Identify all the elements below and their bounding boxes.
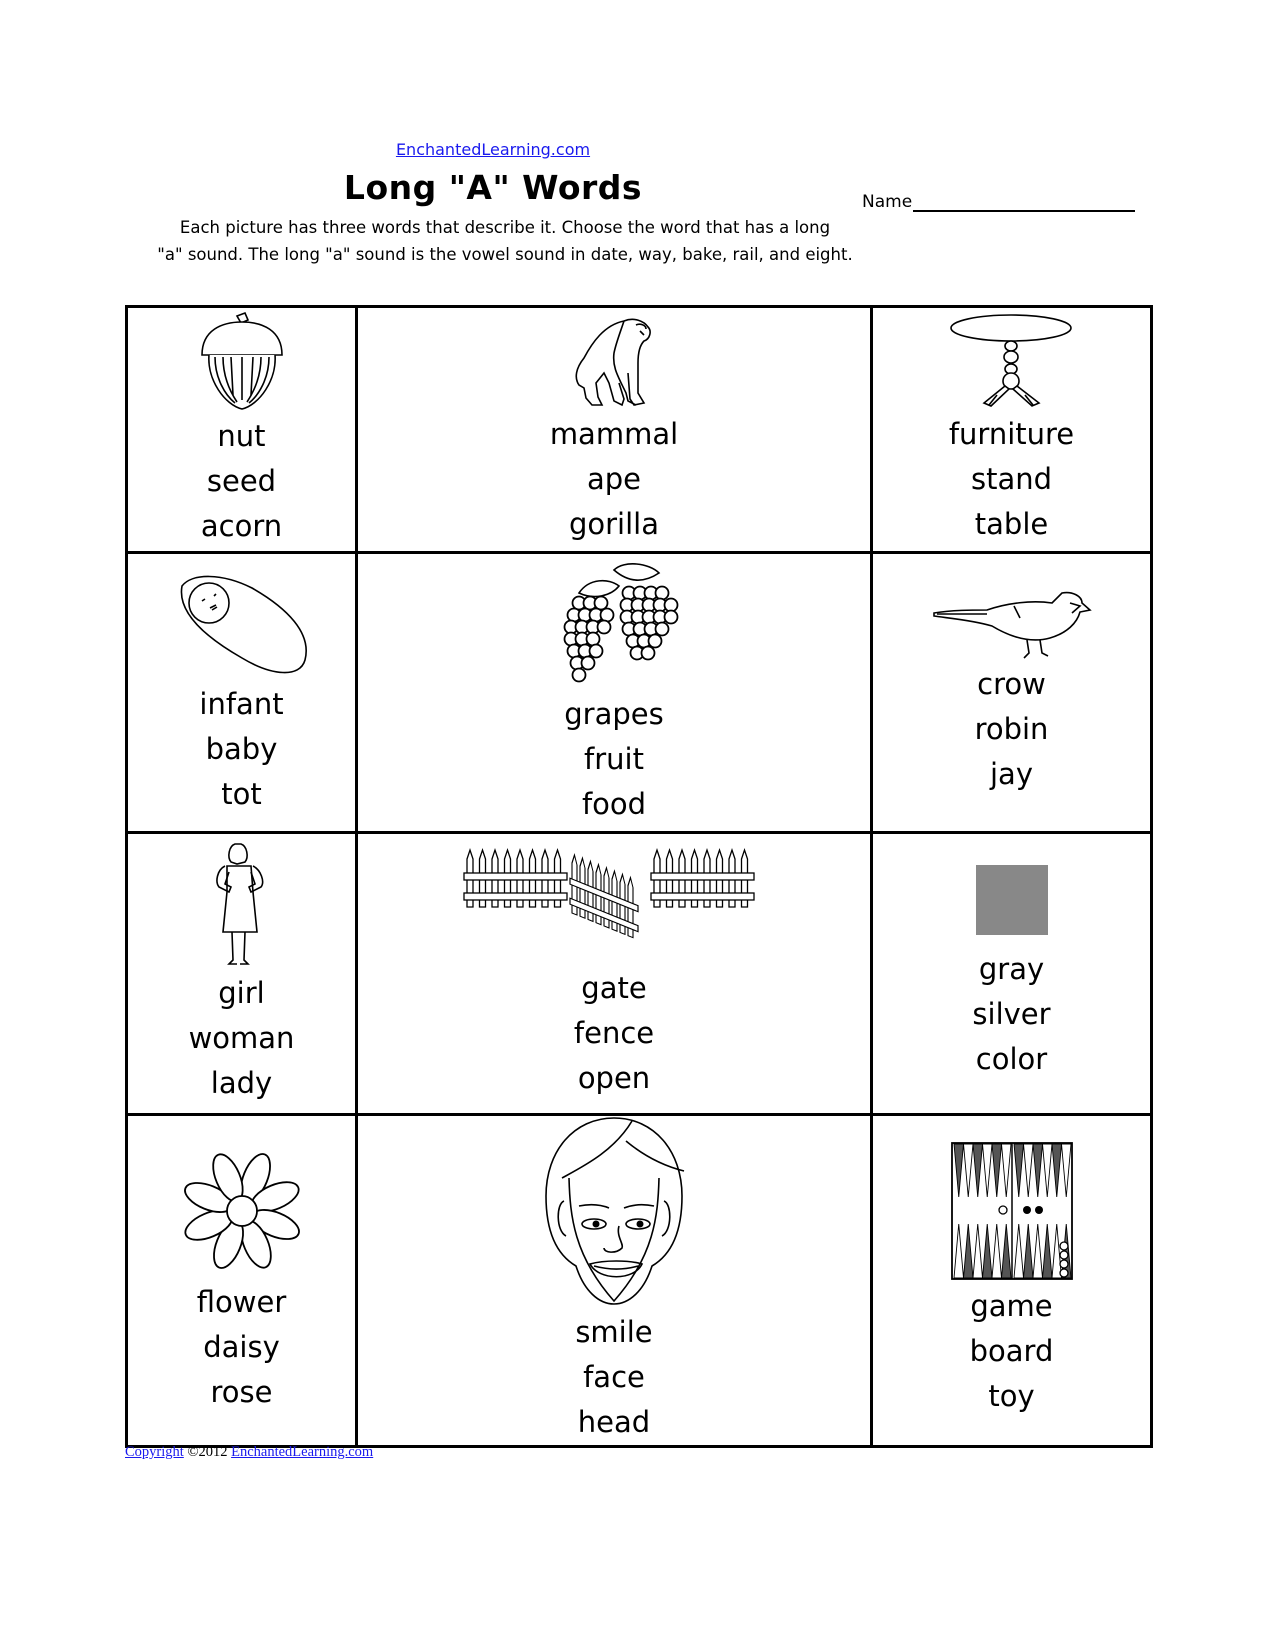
word-option[interactable]: gate	[574, 966, 654, 1011]
grid-cell: nut seed acorn	[125, 305, 358, 554]
word-option[interactable]: gray	[972, 947, 1050, 992]
backgammon-icon	[950, 1142, 1073, 1280]
page-title: Long "A" Words	[343, 168, 643, 207]
grid-cell: furniture stand table	[870, 305, 1153, 554]
word-option[interactable]: rose	[197, 1370, 287, 1415]
copyright-year: ©2012	[187, 1444, 228, 1460]
word-option[interactable]: mammal	[550, 412, 678, 457]
instructions-line-2: "a" sound. The long "a" sound is the vow…	[157, 245, 853, 264]
word-option[interactable]: silver	[972, 992, 1050, 1037]
word-option[interactable]: crow	[975, 662, 1049, 707]
grid-cell: infant baby tot	[125, 551, 358, 834]
word-option[interactable]: robin	[975, 707, 1049, 752]
acorn-icon	[200, 311, 283, 410]
grid-cell: smile face head	[355, 1113, 873, 1448]
grid-cell: grapes fruit food	[355, 551, 873, 834]
name-blank-line[interactable]	[913, 192, 1136, 212]
word-option[interactable]: head	[575, 1400, 652, 1445]
word-option[interactable]: food	[564, 782, 663, 827]
grid-cell: gray silver color	[870, 831, 1153, 1116]
name-field[interactable]: Name	[862, 192, 1136, 212]
word-option[interactable]: daisy	[197, 1325, 287, 1370]
grid-cell: flower daisy rose	[125, 1113, 358, 1448]
footer-site-link[interactable]: EnchantedLearning.com	[231, 1444, 373, 1460]
grid-cell: gate fence open	[355, 831, 873, 1116]
grid-cell: game board toy	[870, 1113, 1153, 1448]
word-option[interactable]: ape	[550, 457, 678, 502]
word-option[interactable]: seed	[201, 459, 282, 504]
table-icon	[950, 313, 1072, 407]
word-option[interactable]: jay	[975, 752, 1049, 797]
word-option[interactable]: flower	[197, 1280, 287, 1325]
word-option[interactable]: gorilla	[550, 502, 678, 547]
site-link[interactable]: EnchantedLearning.com	[393, 140, 593, 159]
word-option[interactable]: nut	[201, 414, 282, 459]
footer: Copyright ©2012 EnchantedLearning.com	[125, 1444, 373, 1461]
bird-icon	[932, 591, 1092, 659]
name-label: Name	[862, 192, 913, 212]
word-option[interactable]: open	[574, 1056, 654, 1101]
gray-square-icon	[975, 865, 1048, 935]
woman-icon	[215, 842, 263, 965]
grapes-icon	[563, 563, 679, 683]
daisy-icon	[183, 1153, 300, 1269]
instructions: Each picture has three words that descri…	[125, 214, 885, 268]
word-option[interactable]: fruit	[564, 737, 663, 782]
instructions-line-1: Each picture has three words that descri…	[179, 218, 831, 237]
word-option[interactable]: baby	[199, 727, 283, 772]
copyright-link[interactable]: Copyright	[125, 1444, 184, 1460]
grid-cell: girl woman lady	[125, 831, 358, 1116]
word-option[interactable]: acorn	[201, 504, 282, 549]
word-option[interactable]: table	[949, 502, 1074, 547]
baby-icon	[180, 575, 307, 674]
word-option[interactable]: board	[970, 1329, 1054, 1374]
word-option[interactable]: lady	[189, 1061, 295, 1106]
word-option[interactable]: grapes	[564, 692, 663, 737]
word-option[interactable]: furniture	[949, 412, 1074, 457]
word-option[interactable]: woman	[189, 1016, 295, 1061]
grid-cell: crow robin jay	[870, 551, 1153, 834]
grid-cell: mammal ape gorilla	[355, 305, 873, 554]
word-option[interactable]: color	[972, 1037, 1050, 1082]
word-option[interactable]: fence	[574, 1011, 654, 1056]
word-option[interactable]: tot	[199, 772, 283, 817]
word-option[interactable]: infant	[199, 682, 283, 727]
word-option[interactable]: toy	[970, 1374, 1054, 1419]
fence-gate-icon	[463, 847, 755, 938]
word-option[interactable]: face	[575, 1355, 652, 1400]
word-option[interactable]: game	[970, 1284, 1054, 1329]
word-option[interactable]: smile	[575, 1310, 652, 1355]
worksheet-grid: nut seed acorn mammal ape gorilla furnit…	[125, 305, 1153, 1448]
word-option[interactable]: stand	[949, 457, 1074, 502]
face-icon	[545, 1117, 685, 1305]
word-option[interactable]: girl	[189, 971, 295, 1016]
gorilla-icon	[575, 318, 651, 406]
